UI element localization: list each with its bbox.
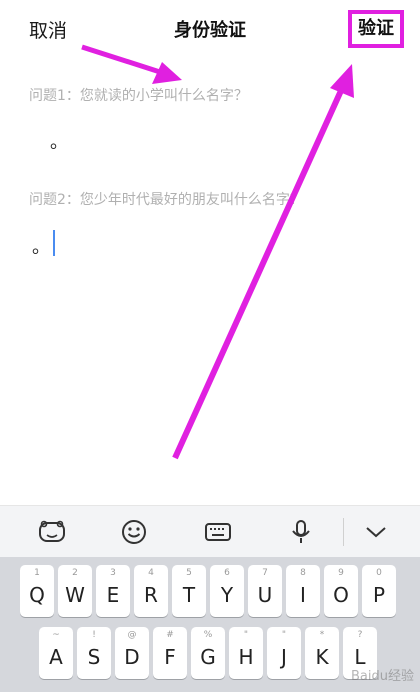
key-d[interactable]: @ D bbox=[115, 627, 149, 679]
key-hint: ~ bbox=[52, 630, 60, 640]
key-hint: * bbox=[319, 630, 325, 640]
question-2-label: 问题2：您少年时代最好的朋友叫什么名字？ bbox=[29, 192, 304, 208]
key-a[interactable]: ~ A bbox=[39, 627, 73, 679]
key-k[interactable]: * K bbox=[305, 627, 339, 679]
key-label: F bbox=[164, 645, 176, 669]
arrow-to-title-head bbox=[152, 62, 182, 84]
key-label: U bbox=[257, 583, 273, 607]
keyboard-icon[interactable] bbox=[204, 518, 232, 546]
answer-2-field[interactable]: 。 bbox=[32, 233, 50, 259]
text-caret bbox=[53, 230, 55, 256]
key-hint: " bbox=[243, 630, 249, 640]
baidu-watermark: Baidu经验 bbox=[351, 669, 414, 684]
du-logo-icon[interactable] bbox=[38, 518, 66, 546]
key-i[interactable]: 8I bbox=[286, 565, 320, 617]
key-label: G bbox=[200, 645, 216, 669]
key-label: T bbox=[182, 583, 196, 607]
key-label: Q bbox=[29, 583, 45, 607]
key-hint: 6 bbox=[224, 568, 230, 578]
key-hint: % bbox=[203, 630, 213, 640]
key-label: E bbox=[106, 583, 120, 607]
key-hint: 0 bbox=[376, 568, 382, 578]
question-1-label: 问题1：您就读的小学叫什么名字？ bbox=[29, 88, 248, 104]
key-label: D bbox=[124, 645, 140, 669]
virtual-keyboard: 1Q 2W 3E 4R 5T 6Y 7U 8I 9O 0P ~ A ! S @ D #… bbox=[0, 557, 420, 692]
key-hint: 5 bbox=[186, 568, 192, 578]
key-u[interactable]: 7U bbox=[248, 565, 282, 617]
toolbar-divider bbox=[343, 518, 344, 546]
key-label: A bbox=[49, 645, 63, 669]
key-hint: # bbox=[166, 630, 174, 640]
key-hint: 9 bbox=[338, 568, 344, 578]
key-g[interactable]: % G bbox=[191, 627, 225, 679]
key-o[interactable]: 9O bbox=[324, 565, 358, 617]
key-f[interactable]: # F bbox=[153, 627, 187, 679]
chevron-down-icon[interactable] bbox=[362, 518, 390, 546]
key-label: P bbox=[372, 583, 386, 607]
key-hint: 2 bbox=[72, 568, 78, 578]
key-label: W bbox=[65, 583, 85, 607]
key-label: O bbox=[333, 583, 349, 607]
emoji-icon[interactable] bbox=[120, 518, 148, 546]
key-q[interactable]: 1Q bbox=[20, 565, 54, 617]
key-y[interactable]: 6Y bbox=[210, 565, 244, 617]
key-label: H bbox=[238, 645, 254, 669]
key-hint: " bbox=[281, 630, 287, 640]
key-hint: 7 bbox=[262, 568, 268, 578]
identity-verification-screen: 取消 身份验证 验证 问题1：您就读的小学叫什么名字？ 。 问题2：您少年时代最… bbox=[0, 0, 420, 692]
keyboard-toolbar bbox=[0, 505, 420, 558]
key-label: J bbox=[281, 645, 287, 669]
key-label: Y bbox=[220, 583, 234, 607]
key-w[interactable]: 2W bbox=[58, 565, 92, 617]
microphone-icon[interactable] bbox=[287, 518, 315, 546]
key-r[interactable]: 4R bbox=[134, 565, 168, 617]
key-j[interactable]: " J bbox=[267, 627, 301, 679]
key-hint: ! bbox=[92, 630, 96, 640]
key-p[interactable]: 0P bbox=[362, 565, 396, 617]
key-label: K bbox=[315, 645, 329, 669]
arrow-to-verify-line bbox=[172, 82, 347, 460]
key-e[interactable]: 3E bbox=[96, 565, 130, 617]
key-hint: @ bbox=[127, 630, 137, 640]
key-hint: 4 bbox=[148, 568, 154, 578]
arrow-to-verify-head bbox=[330, 64, 354, 98]
key-hint: 1 bbox=[34, 568, 40, 578]
key-hint: 3 bbox=[110, 568, 116, 578]
key-label: I bbox=[300, 583, 306, 607]
key-label: S bbox=[87, 645, 101, 669]
key-h[interactable]: " H bbox=[229, 627, 263, 679]
key-hint: 8 bbox=[300, 568, 306, 578]
answer-1-field[interactable]: 。 bbox=[50, 128, 68, 154]
key-hint: ? bbox=[357, 630, 363, 640]
verify-button[interactable]: 验证 bbox=[348, 10, 404, 48]
key-label: R bbox=[144, 583, 158, 607]
header-bar: 取消 身份验证 验证 bbox=[0, 0, 420, 60]
key-s[interactable]: ! S bbox=[77, 627, 111, 679]
key-t[interactable]: 5T bbox=[172, 565, 206, 617]
